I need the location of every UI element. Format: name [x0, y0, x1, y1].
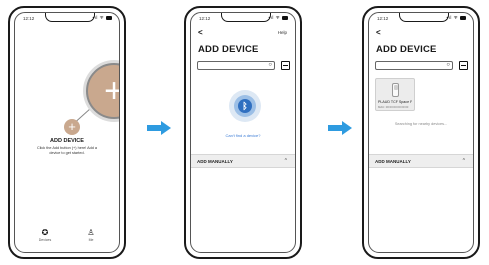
tab-devices-label: Devices	[38, 238, 52, 242]
chevron-up-icon: ^	[284, 158, 287, 164]
cant-find-device-link[interactable]: Can't find a device?	[191, 133, 295, 138]
flow-arrow-2	[328, 121, 352, 135]
status-icons: •ıl ᯤ	[93, 15, 112, 21]
battery-icon	[282, 16, 288, 20]
tab-me-label: Me	[88, 238, 94, 242]
bluetooth-icon: ᛒ	[238, 99, 252, 113]
status-icons: •ıl ᯤ	[447, 15, 466, 21]
home-screen: 12:12 •ıl ᯤ + + ☝ ADD DEVICE Click the A…	[14, 12, 120, 253]
flow-arrow-1	[147, 121, 171, 135]
bluetooth-scan-indicator: ᛒ	[229, 90, 261, 122]
battery-icon	[460, 16, 466, 20]
scan-icon[interactable]	[459, 61, 468, 70]
plus-icon: +	[88, 71, 119, 111]
help-link[interactable]: Help	[278, 30, 287, 35]
status-time: 12:12	[199, 16, 211, 21]
add-button-zoom: + ☝	[86, 63, 120, 119]
signal-wifi-icon: •ıl ᯤ	[268, 15, 281, 20]
tab-devices[interactable]: ✪ Devices	[33, 228, 57, 242]
status-time: 12:12	[23, 16, 35, 21]
battery-icon	[106, 16, 112, 20]
notch	[45, 13, 95, 22]
add-button[interactable]: +	[64, 119, 80, 135]
notch	[221, 13, 271, 22]
found-device-card[interactable]: PLAUD TCF Space Feeder MAC: 00:00:00:00:…	[375, 78, 415, 111]
device-mac: MAC: 00:00:00:00:00:00	[378, 105, 409, 109]
search-input[interactable]: ○	[197, 61, 275, 70]
device-name: PLAUD TCF Space Feeder	[378, 100, 412, 104]
bulb-icon: ✪	[41, 228, 49, 237]
search-icon: ○	[446, 62, 450, 68]
signal-wifi-icon: •ıl ᯤ	[446, 15, 459, 20]
searching-status: Searching for nearby devices...	[394, 122, 448, 126]
phone-frame-3: 12:12 •ıl ᯤ < ADD DEVICE ○ PLAUD TCF Spa…	[362, 6, 480, 259]
phone-frame-2: 12:12 •ıl ᯤ < Help ADD DEVICE ○ ᛒ Can't …	[184, 6, 302, 259]
status-icons: •ıl ᯤ	[269, 15, 288, 21]
add-manually-bar[interactable]: ADD MANUALLY ^	[191, 154, 295, 168]
empty-state-title: ADD DEVICE	[50, 138, 84, 144]
notch	[399, 13, 449, 22]
add-manually-label: ADD MANUALLY	[197, 159, 233, 164]
person-icon: ♙	[87, 228, 95, 237]
add-manually-label: ADD MANUALLY	[375, 159, 411, 164]
phone-frame-1: 12:12 •ıl ᯤ + + ☝ ADD DEVICE Click the A…	[8, 6, 126, 259]
back-icon[interactable]: <	[376, 29, 381, 37]
empty-state-instruction: Click the Add button (+) here! Add a dev…	[36, 146, 98, 155]
chevron-up-icon: ^	[462, 158, 465, 164]
scan-icon[interactable]	[281, 61, 290, 70]
search-input[interactable]: ○	[375, 61, 453, 70]
signal-wifi-icon: •ıl ᯤ	[92, 15, 105, 20]
search-icon: ○	[268, 62, 272, 68]
tab-me[interactable]: ♙ Me	[79, 228, 103, 242]
status-time: 12:12	[377, 16, 389, 21]
page-title: ADD DEVICE	[376, 44, 437, 55]
device-found-screen: 12:12 •ıl ᯤ < ADD DEVICE ○ PLAUD TCF Spa…	[368, 12, 474, 253]
hand-pointer-icon: ☝	[119, 86, 120, 111]
pet-feeder-icon	[390, 83, 401, 98]
add-manually-bar[interactable]: ADD MANUALLY ^	[369, 154, 473, 168]
tab-bar: ✪ Devices ♙ Me	[15, 228, 119, 246]
add-device-screen: 12:12 •ıl ᯤ < Help ADD DEVICE ○ ᛒ Can't …	[190, 12, 296, 253]
page-title: ADD DEVICE	[198, 44, 259, 55]
back-icon[interactable]: <	[198, 29, 203, 37]
